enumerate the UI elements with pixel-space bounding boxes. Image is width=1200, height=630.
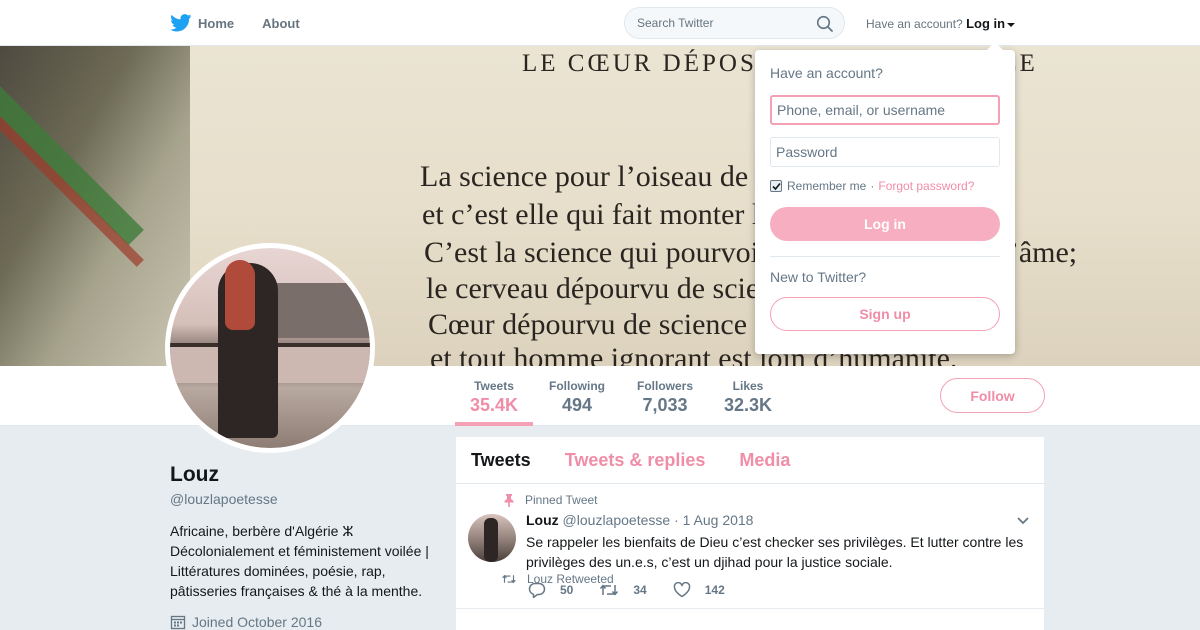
dropdown-divider <box>770 256 1000 257</box>
tweet-fullname[interactable]: Louz <box>526 512 559 528</box>
signup-button[interactable]: Sign up <box>770 297 1000 331</box>
login-button[interactable]: Log in <box>770 207 1000 241</box>
pin-icon <box>504 494 514 507</box>
stat-following-value: 494 <box>561 395 593 415</box>
have-account-text: Have an account? <box>866 17 963 31</box>
stat-tweets[interactable]: Tweets 35.4K <box>455 366 533 426</box>
profile-handle[interactable]: @louzlapoetesse <box>170 491 278 507</box>
tweet-text: Se rappeler les bienfaits de Dieu c’est … <box>526 534 1024 570</box>
tweet-separator: · <box>674 512 679 528</box>
timeline: Tweets Tweets & replies Media Pinned Twe… <box>456 437 1044 630</box>
retweet-count: 34 <box>633 583 647 597</box>
nav-home[interactable]: Home <box>170 14 234 32</box>
joined-text: Joined October 2016 <box>192 614 322 630</box>
stat-tweets-value: 35.4K <box>469 395 519 415</box>
profile-avatar[interactable] <box>165 243 375 453</box>
stat-following[interactable]: Following 494 <box>545 366 609 426</box>
stat-tweets-label: Tweets <box>474 379 514 393</box>
heart-icon <box>673 582 690 598</box>
login-dropdown: Have an account? Remember me · Forgot pa… <box>755 42 1015 354</box>
remember-row: Remember me · Forgot password? <box>770 179 1000 193</box>
stat-followers-label: Followers <box>636 379 693 393</box>
nav-home-label: Home <box>198 15 235 31</box>
calendar-icon <box>170 615 186 630</box>
tweet-handle[interactable]: @louzlapoetesse <box>563 512 671 528</box>
bio-line: Africaine, berbère d'Algérie ⵣ <box>170 523 354 539</box>
search-icon[interactable] <box>816 15 834 33</box>
caret-down-icon <box>1007 22 1016 27</box>
new-to-twitter-text: New to Twitter? <box>770 269 867 285</box>
nav-about[interactable]: About <box>262 16 300 31</box>
search-box[interactable] <box>624 7 845 39</box>
search-input[interactable] <box>637 16 807 30</box>
tweet-date[interactable]: 1 Aug 2018 <box>683 512 754 528</box>
pinned-label: Pinned Tweet <box>525 493 598 507</box>
stat-followers[interactable]: Followers 7,033 <box>633 366 697 426</box>
tweet-avatar[interactable] <box>468 514 516 562</box>
stat-following-label: Following <box>549 379 605 393</box>
profile-bio: Africaine, berbère d'Algérie ⵣ Décolonia… <box>170 521 440 601</box>
retweeted-label-row: Louz Retweeted <box>501 572 614 586</box>
bio-line: pâtisseries françaises & thé à la menthe… <box>170 583 423 599</box>
nav-about-label: About <box>262 15 300 31</box>
stat-likes-value: 32.3K <box>723 395 773 415</box>
forgot-password-link[interactable]: Forgot password? <box>878 179 974 193</box>
remember-checkbox[interactable] <box>770 180 782 192</box>
username-field[interactable] <box>770 95 1000 125</box>
tab-tweets[interactable]: Tweets <box>471 450 531 471</box>
profile-joined: Joined October 2016 <box>170 614 322 630</box>
password-field[interactable] <box>770 137 1000 167</box>
tab-tweets-replies[interactable]: Tweets & replies <box>565 450 706 471</box>
avatar-scarf <box>225 260 255 330</box>
retweeted-label: Louz Retweeted <box>527 572 614 586</box>
stat-likes-label: Likes <box>732 379 764 393</box>
tab-media[interactable]: Media <box>739 450 790 471</box>
remember-separator: · <box>870 179 875 193</box>
remember-label[interactable]: Remember me <box>787 179 866 193</box>
top-navigation: Home About Have an account? Log in <box>0 0 1200 46</box>
tweet-header: Louz @louzlapoetesse · 1 Aug 2018 <box>526 512 753 528</box>
chevron-down-icon[interactable] <box>1016 516 1030 526</box>
like-action[interactable]: 142 <box>673 582 725 598</box>
bio-line: Littératures dominées, poésie, rap, <box>170 563 386 579</box>
timeline-tabs: Tweets Tweets & replies Media <box>456 437 1044 484</box>
pinned-label-row: Pinned Tweet <box>503 493 598 507</box>
checkmark-icon <box>771 182 781 190</box>
stat-followers-value: 7,033 <box>642 395 688 415</box>
avatar-building <box>265 283 370 338</box>
stat-likes[interactable]: Likes 32.3K <box>721 366 775 426</box>
retweet-icon <box>502 574 516 584</box>
login-toggle[interactable]: Have an account? Log in <box>866 16 1016 31</box>
nav-left: Home About <box>170 0 328 46</box>
avatar-photo <box>170 248 370 448</box>
follow-button[interactable]: Follow <box>940 378 1045 413</box>
tweet[interactable]: Pinned Tweet Louz @louzlapoetesse · 1 Au… <box>456 484 1044 609</box>
dropdown-title: Have an account? <box>770 65 883 81</box>
like-count: 142 <box>704 583 725 597</box>
bio-line: Décolonialement et féministement voilée … <box>170 543 429 559</box>
login-link[interactable]: Log in <box>966 16 1005 31</box>
twitter-bird-icon <box>170 14 192 32</box>
profile-name[interactable]: Louz <box>170 463 219 487</box>
